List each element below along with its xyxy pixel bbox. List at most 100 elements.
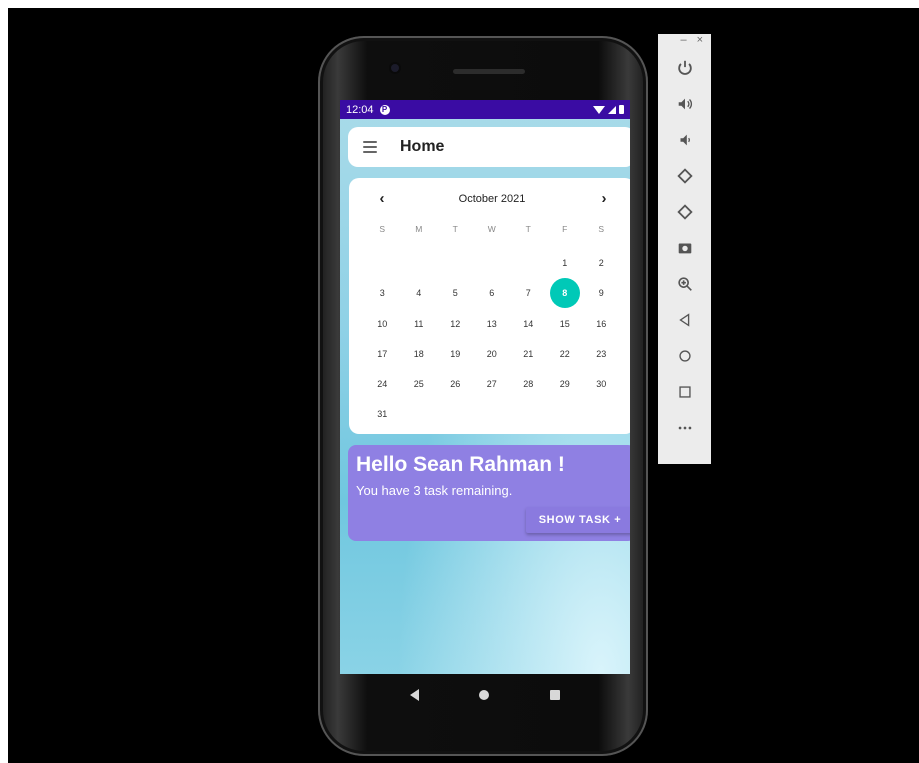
calendar-day[interactable]: 11 <box>401 309 438 339</box>
calendar-day[interactable]: 13 <box>474 309 511 339</box>
calendar-day[interactable]: 21 <box>510 339 547 369</box>
calendar-day-number: 23 <box>596 348 607 359</box>
calendar-day-number: 15 <box>559 318 570 329</box>
calendar-day-number: 5 <box>452 288 458 299</box>
volume-down-icon[interactable] <box>658 122 711 158</box>
close-button[interactable]: × <box>697 34 703 50</box>
calendar-day-number: 4 <box>416 288 422 299</box>
calendar-day[interactable]: 23 <box>583 339 620 369</box>
calendar-day-number: 20 <box>486 348 497 359</box>
calendar-day <box>401 399 438 429</box>
calendar-month-label: October 2021 <box>458 193 526 205</box>
calendar-day-number: 22 <box>559 348 570 359</box>
calendar-day <box>510 399 547 429</box>
calendar-day <box>437 248 474 278</box>
calendar-day[interactable]: 16 <box>583 309 620 339</box>
status-bar: 12:04 P <box>340 100 630 119</box>
calendar-day[interactable]: 7 <box>510 278 547 308</box>
calendar-day-number: 7 <box>525 288 531 299</box>
back-icon[interactable] <box>658 302 711 338</box>
calendar-day-number: 18 <box>413 348 424 359</box>
calendar-day[interactable]: 15 <box>547 309 584 339</box>
calendar-day[interactable]: 29 <box>547 369 584 399</box>
calendar-day[interactable]: 10 <box>364 309 401 339</box>
zoom-icon[interactable] <box>658 266 711 302</box>
calendar-day-number: 16 <box>596 318 607 329</box>
calendar-day[interactable]: 18 <box>401 339 438 369</box>
power-icon[interactable] <box>658 50 711 86</box>
volume-up-icon[interactable] <box>658 86 711 122</box>
calendar-day <box>364 248 401 278</box>
rotate-right-icon[interactable] <box>658 194 711 230</box>
calendar-day[interactable]: 28 <box>510 369 547 399</box>
calendar-day[interactable]: 20 <box>474 339 511 369</box>
calendar-day-number: 2 <box>598 258 604 268</box>
calendar-day <box>547 399 584 429</box>
calendar-day <box>510 248 547 278</box>
calendar-day[interactable]: 27 <box>474 369 511 399</box>
nav-home-button[interactable] <box>479 690 490 700</box>
calendar-day <box>474 399 511 429</box>
weekday-header: SMTWTFS <box>364 224 620 234</box>
calendar-day-number: 12 <box>450 318 461 329</box>
calendar-day[interactable]: 19 <box>437 339 474 369</box>
calendar-day[interactable]: 22 <box>547 339 584 369</box>
next-month-button[interactable]: › <box>593 188 615 210</box>
greeting-subtitle: You have 3 task remaining. <box>356 483 513 498</box>
calendar-day-number: 3 <box>379 288 385 299</box>
more-icon[interactable] <box>658 410 711 446</box>
calendar-day-number: 11 <box>414 318 424 329</box>
screen-background: 12:04 P Home ‹ October 2021 › S M T W T … <box>8 8 919 763</box>
greeting-card: Hello Sean Rahman ! You have 3 task rema… <box>348 445 630 541</box>
calendar-day[interactable]: 30 <box>583 369 620 399</box>
calendar-day[interactable]: 26 <box>437 369 474 399</box>
rotate-left-icon[interactable] <box>658 158 711 194</box>
calendar-day[interactable]: 9 <box>583 278 620 308</box>
calendar-day[interactable]: 4 <box>401 278 438 308</box>
calendar-day <box>437 399 474 429</box>
calendar-day[interactable]: 5 <box>437 278 474 308</box>
calendar-day-number: 26 <box>450 379 461 390</box>
signal-icon <box>608 105 616 114</box>
calendar-days-grid: 1 2 3 4 5 6 7 8 9 10 11 12 13 14 15 16 17 18 19 20 21 22 23 24 2… <box>364 248 620 430</box>
calendar-day[interactable]: 3 <box>364 278 401 308</box>
nav-back-button[interactable] <box>410 689 420 701</box>
app-bar: Home <box>348 127 630 167</box>
overview-icon[interactable] <box>658 374 711 410</box>
wifi-icon <box>593 105 605 114</box>
calendar-day-number: 21 <box>523 348 534 359</box>
calendar-day <box>401 248 438 278</box>
calendar-day-number: 24 <box>377 379 388 390</box>
calendar-day-number: 27 <box>486 379 497 390</box>
calendar-day[interactable]: 31 <box>364 399 401 429</box>
calendar-day[interactable]: 12 <box>437 309 474 339</box>
weekday-label: S <box>598 224 605 234</box>
show-task-button[interactable]: SHOW TASK + <box>526 507 630 533</box>
weekday-label: T <box>525 224 531 234</box>
calendar-day[interactable]: 25 <box>401 369 438 399</box>
home-icon[interactable] <box>658 338 711 374</box>
page-title: Home <box>400 138 445 155</box>
calendar-day-number: 8 <box>562 288 568 299</box>
menu-icon[interactable] <box>363 141 377 153</box>
camera-icon[interactable] <box>658 230 711 266</box>
calendar-day[interactable]: 6 <box>474 278 511 308</box>
weekday-label: S <box>379 224 386 234</box>
calendar-day[interactable]: 17 <box>364 339 401 369</box>
emulator-toolbar: – × <box>658 34 711 464</box>
minimize-button[interactable]: – <box>680 34 686 50</box>
calendar-day[interactable]: 2 <box>583 248 620 278</box>
calendar-day-number: 19 <box>450 348 461 359</box>
calendar-day-number: 14 <box>523 318 534 329</box>
weekday-label: F <box>562 224 568 234</box>
nav-recents-button[interactable] <box>549 690 560 700</box>
calendar-day-number: 29 <box>559 379 570 390</box>
calendar-day-number: 25 <box>413 379 424 390</box>
calendar-day-selected[interactable]: 8 <box>547 278 584 309</box>
calendar-day[interactable]: 14 <box>510 309 547 339</box>
android-nav-bar <box>340 674 630 716</box>
calendar-day[interactable]: 24 <box>364 369 401 399</box>
calendar-day-number: 6 <box>489 288 495 299</box>
phone-frame: 12:04 P Home ‹ October 2021 › S M T W T … <box>318 36 648 756</box>
calendar-day[interactable]: 1 <box>547 248 584 278</box>
